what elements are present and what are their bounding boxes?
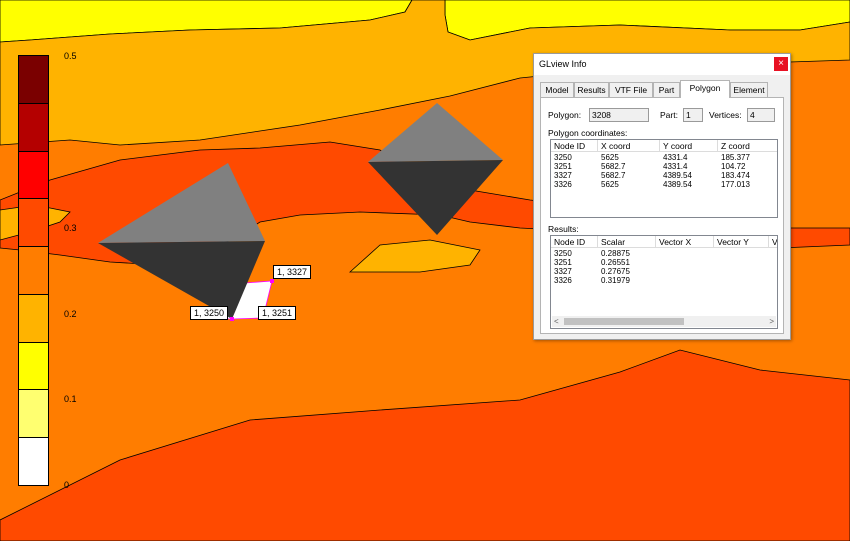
legend-band	[19, 103, 48, 152]
results-col-header[interactable]: Vector X	[656, 236, 714, 248]
legend-tick-label: 0.2	[64, 309, 77, 319]
legend-band	[19, 294, 48, 343]
scroll-left-icon[interactable]: <	[554, 316, 559, 327]
table-cell: 3326	[554, 180, 572, 189]
part-field[interactable]: 1	[683, 108, 703, 122]
node-label-3251: 1, 3251	[258, 306, 297, 320]
legend-band	[19, 247, 48, 295]
legend-tick-label: 0.1	[64, 394, 77, 404]
node-label-3250: 1, 3250	[190, 306, 229, 320]
table-cell: 3250	[554, 153, 572, 162]
panel-edge	[784, 97, 789, 334]
table-cell: 4331.4	[663, 162, 688, 171]
legend-band	[19, 199, 48, 248]
coords-col-header[interactable]: Node ID	[551, 140, 598, 152]
tab-part[interactable]: Part	[653, 82, 680, 97]
table-cell: 0.28875	[601, 249, 630, 258]
dialog-titlebar[interactable]: GLview Info ×	[534, 54, 790, 75]
polygon-field[interactable]: 3208	[589, 108, 649, 122]
polygon-label: Polygon:	[548, 110, 582, 120]
legend-tick-label: 0.5	[64, 51, 77, 61]
legend-band	[19, 390, 48, 439]
table-cell: 3327	[554, 171, 572, 180]
vertices-field[interactable]: 4	[747, 108, 775, 122]
table-cell: 4389.54	[663, 180, 692, 189]
results-col-header[interactable]: V	[769, 236, 777, 248]
color-legend-bar	[18, 55, 49, 486]
legend-band	[19, 342, 48, 391]
close-icon[interactable]: ×	[774, 57, 788, 71]
table-cell: 5682.7	[601, 162, 626, 171]
legend-tick-label: 0	[64, 480, 70, 490]
results-col-header[interactable]: Node ID	[551, 236, 598, 248]
tab-model[interactable]: Model	[540, 82, 574, 97]
table-cell: 4331.4	[663, 153, 688, 162]
results-col-header[interactable]: Vector Y	[714, 236, 769, 248]
vertices-label: Vertices:	[709, 110, 742, 120]
coords-col-header[interactable]: Z coord	[718, 140, 777, 152]
tab-element[interactable]: Element	[730, 82, 768, 97]
table-cell: 177.013	[721, 180, 750, 189]
table-cell: 185.377	[721, 153, 750, 162]
coords-header: Polygon coordinates:	[548, 128, 628, 138]
tab-results[interactable]: Results	[574, 82, 609, 97]
coords-col-header[interactable]: X coord	[598, 140, 660, 152]
table-cell: 3250	[554, 249, 572, 258]
results-col-header[interactable]: Scalar	[598, 236, 656, 248]
table-cell: 0.26551	[601, 258, 630, 267]
results-table[interactable]: Node ID Scalar Vector X Vector Y V 3250 …	[550, 235, 778, 329]
table-cell: 0.31979	[601, 276, 630, 285]
tab-polygon[interactable]: Polygon	[680, 80, 730, 98]
table-cell: 3251	[554, 258, 572, 267]
results-header: Results:	[548, 224, 579, 234]
table-cell: 104.72	[721, 162, 746, 171]
table-cell: 3251	[554, 162, 572, 171]
coords-col-header[interactable]: Y coord	[660, 140, 718, 152]
table-cell: 3326	[554, 276, 572, 285]
node-label-3327: 1, 3327	[273, 265, 312, 279]
scrollbar-thumb[interactable]	[564, 318, 684, 325]
dialog-title: GLview Info	[539, 59, 587, 69]
table-cell: 5625	[601, 180, 619, 189]
legend-band	[19, 151, 48, 200]
coords-table[interactable]: Node ID X coord Y coord Z coord 3250 562…	[550, 139, 778, 218]
node-marker	[270, 279, 274, 283]
legend-tick-label: 0.3	[64, 223, 77, 233]
legend-band	[19, 56, 48, 104]
table-cell: 5682.7	[601, 171, 626, 180]
legend-band	[19, 438, 48, 485]
node-marker	[230, 317, 234, 321]
table-cell: 4389.54	[663, 171, 692, 180]
polygon-panel: Polygon: 3208 Part: 1 Vertices: 4 Polygo…	[540, 97, 784, 334]
table-cell: 5625	[601, 153, 619, 162]
glview-info-dialog: GLview Info × Model Results VTF File Par…	[533, 53, 791, 340]
table-cell: 183.474	[721, 171, 750, 180]
scroll-right-icon[interactable]: >	[769, 316, 774, 327]
horizontal-scrollbar[interactable]: < >	[552, 316, 776, 327]
part-label: Part:	[660, 110, 678, 120]
table-cell: 3327	[554, 267, 572, 276]
tab-vtf-file[interactable]: VTF File	[609, 82, 653, 97]
table-cell: 0.27675	[601, 267, 630, 276]
